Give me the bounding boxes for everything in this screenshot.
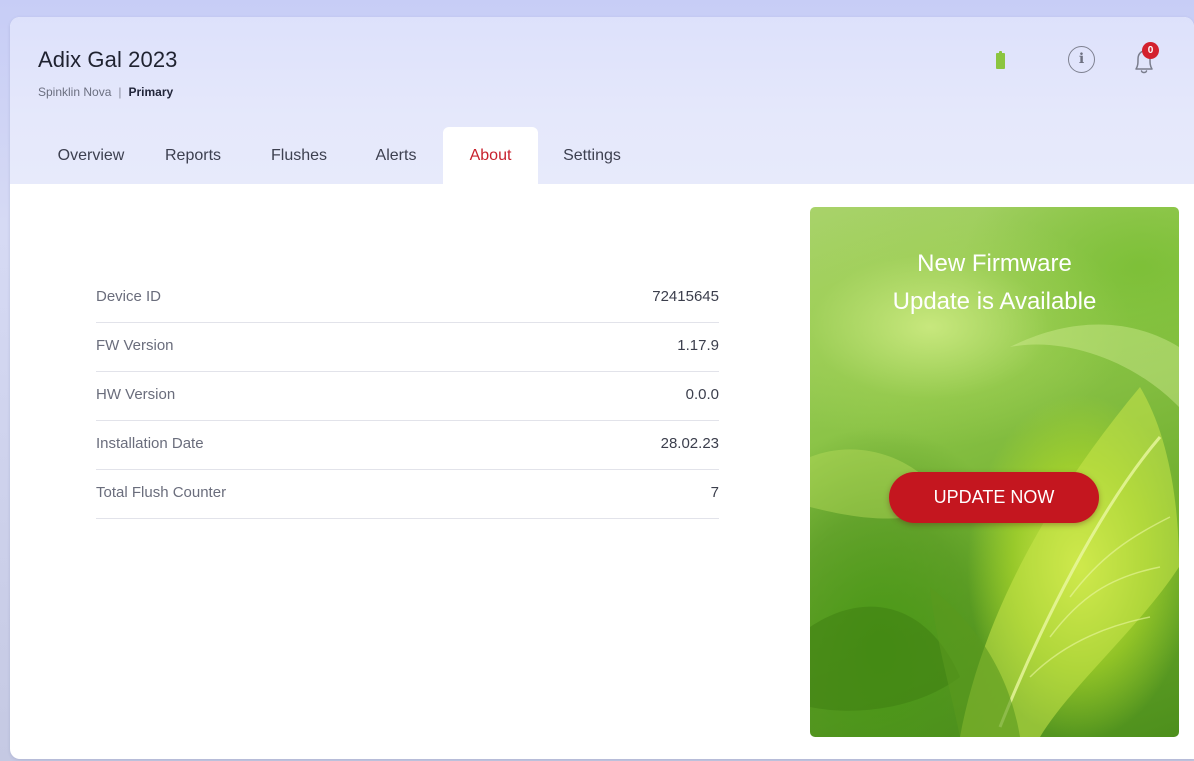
device-card: Adix Gal 2023 Spinklin Nova | Primary ℹ 0 … xyxy=(10,17,1194,759)
info-label: FW Version xyxy=(96,337,174,354)
info-row-fw-version: FW Version 1.17.9 xyxy=(96,323,719,372)
tab-settings[interactable]: Settings xyxy=(538,127,646,184)
about-info-table: Device ID 72415645 FW Version 1.17.9 HW … xyxy=(96,274,719,519)
info-label: Installation Date xyxy=(96,435,204,452)
firmware-update-banner: New Firmware Update is Available UPDATE … xyxy=(810,207,1179,737)
device-header: Adix Gal 2023 Spinklin Nova | Primary ℹ 0 … xyxy=(10,17,1194,184)
tab-about[interactable]: About xyxy=(443,127,538,184)
battery-full-icon xyxy=(996,51,1005,69)
device-subtitle: Spinklin Nova | Primary xyxy=(38,85,173,99)
info-icon[interactable]: ℹ xyxy=(1068,46,1095,73)
info-label: Device ID xyxy=(96,288,162,305)
tab-flushes[interactable]: Flushes xyxy=(249,127,349,184)
firmware-title-line2: Update is Available xyxy=(892,288,1097,315)
firmware-title-line1: New Firmware xyxy=(917,250,1072,277)
info-value: 7 xyxy=(710,484,719,501)
info-value: 72415645 xyxy=(652,288,719,305)
subtitle-separator: | xyxy=(118,85,122,99)
update-now-button[interactable]: UPDATE NOW xyxy=(889,472,1099,523)
info-value: 28.02.23 xyxy=(660,435,719,452)
info-row-device-id: Device ID 72415645 xyxy=(96,274,719,323)
info-row-hw-version: HW Version 0.0.0 xyxy=(96,372,719,421)
notifications-button[interactable]: 0 xyxy=(1125,42,1161,78)
info-label: HW Version xyxy=(96,386,176,403)
info-value: 1.17.9 xyxy=(677,337,719,354)
info-label: Total Flush Counter xyxy=(96,484,227,501)
device-name: Adix Gal 2023 xyxy=(38,47,178,72)
info-row-installation-date: Installation Date 28.02.23 xyxy=(96,421,719,470)
tab-bar: Overview Reports Flushes Alerts About Se… xyxy=(45,127,646,184)
device-model: Spinklin Nova xyxy=(38,85,112,99)
tab-overview[interactable]: Overview xyxy=(45,127,137,184)
info-value: 0.0.0 xyxy=(685,386,719,403)
info-row-total-flush-counter: Total Flush Counter 7 xyxy=(96,470,719,519)
device-role: Primary xyxy=(128,85,174,99)
tab-alerts[interactable]: Alerts xyxy=(349,127,443,184)
firmware-title: New Firmware Update is Available xyxy=(810,245,1179,321)
tab-reports[interactable]: Reports xyxy=(137,127,249,184)
notification-badge: 0 xyxy=(1142,42,1159,59)
